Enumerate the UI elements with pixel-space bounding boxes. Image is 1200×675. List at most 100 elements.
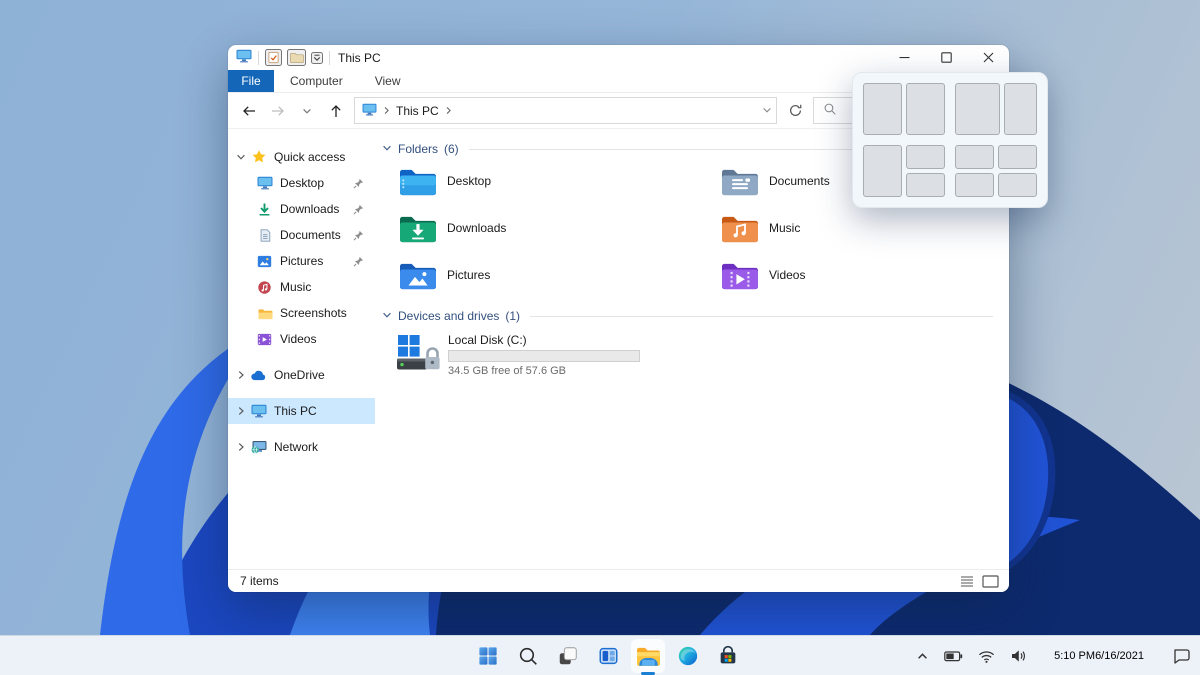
folder-music-icon bbox=[721, 213, 759, 244]
folder-label: Desktop bbox=[447, 174, 491, 188]
breadcrumb[interactable]: This PC bbox=[396, 104, 439, 118]
refresh-icon[interactable] bbox=[784, 100, 806, 122]
sidebar-item-desktop[interactable]: Desktop bbox=[228, 170, 375, 196]
start-button[interactable] bbox=[468, 636, 508, 675]
divider bbox=[258, 51, 259, 65]
navigation-pane: Quick access Desktop Downloads bbox=[228, 131, 375, 569]
section-count: (6) bbox=[444, 142, 459, 156]
close-button[interactable] bbox=[967, 45, 1009, 70]
drive-tile-local-disk[interactable]: Local Disk (C:) 34.5 GB free of 57.6 GB bbox=[377, 332, 1009, 377]
folder-tile-desktop[interactable]: Desktop bbox=[399, 162, 721, 200]
widgets-button[interactable] bbox=[588, 636, 628, 675]
snap-zone[interactable] bbox=[906, 173, 945, 197]
folder-tile-music[interactable]: Music bbox=[721, 209, 1009, 247]
sidebar-item-pictures[interactable]: Pictures bbox=[228, 248, 375, 274]
forward-icon[interactable] bbox=[267, 100, 289, 122]
system-tray: 5:10 PM 6/16/2021 bbox=[916, 636, 1190, 675]
recent-locations-chevron-icon[interactable] bbox=[296, 100, 318, 122]
chevron-down-icon[interactable] bbox=[382, 309, 392, 323]
local-disk-bitlocker-icon bbox=[396, 332, 440, 377]
back-icon[interactable] bbox=[238, 100, 260, 122]
snap-layout-two-columns-equal[interactable] bbox=[863, 83, 945, 135]
hidden-icons-chevron-icon[interactable] bbox=[916, 650, 929, 663]
battery-icon[interactable] bbox=[944, 651, 963, 662]
onedrive-icon bbox=[250, 367, 267, 384]
tray-time: 5:10 PM bbox=[1054, 650, 1095, 663]
address-bar[interactable]: This PC bbox=[354, 97, 777, 124]
search-button[interactable] bbox=[508, 636, 548, 675]
chevron-down-icon[interactable] bbox=[234, 152, 248, 162]
snap-zone[interactable] bbox=[998, 173, 1037, 197]
up-icon[interactable] bbox=[325, 100, 347, 122]
store-button[interactable] bbox=[708, 636, 748, 675]
snap-zone[interactable] bbox=[906, 145, 945, 169]
folder-downloads-icon bbox=[399, 213, 437, 244]
folder-label: Documents bbox=[769, 174, 830, 188]
sidebar-item-this-pc[interactable]: This PC bbox=[228, 398, 375, 424]
breadcrumb-chevron-icon[interactable] bbox=[382, 104, 391, 118]
window-controls bbox=[883, 45, 1009, 70]
tab-view[interactable]: View bbox=[359, 70, 417, 92]
sidebar-item-onedrive[interactable]: OneDrive bbox=[228, 362, 375, 388]
properties-button[interactable] bbox=[265, 49, 282, 66]
tab-computer[interactable]: Computer bbox=[274, 70, 359, 92]
chevron-right-icon[interactable] bbox=[234, 370, 248, 380]
section-header-devices[interactable]: Devices and drives (1) bbox=[377, 306, 1009, 326]
downloads-icon bbox=[256, 201, 273, 218]
network-icon bbox=[250, 439, 267, 456]
edge-button[interactable] bbox=[668, 636, 708, 675]
folder-tile-pictures[interactable]: Pictures bbox=[399, 256, 721, 294]
sidebar-item-label: OneDrive bbox=[274, 368, 325, 382]
tab-file[interactable]: File bbox=[228, 70, 274, 92]
taskbar-clock[interactable]: 5:10 PM 6/16/2021 bbox=[1054, 650, 1144, 663]
folder-label: Downloads bbox=[447, 221, 506, 235]
star-icon bbox=[250, 149, 267, 166]
disk-usage-bar bbox=[448, 350, 640, 362]
sidebar-item-quick-access[interactable]: Quick access bbox=[228, 144, 375, 170]
sidebar-item-videos[interactable]: Videos bbox=[228, 326, 375, 352]
pictures-icon bbox=[256, 253, 273, 270]
sidebar-item-label: Music bbox=[280, 280, 311, 294]
snap-layout-left-large-right-stacked[interactable] bbox=[863, 145, 945, 197]
chevron-right-icon[interactable] bbox=[234, 406, 248, 416]
chevron-down-icon[interactable] bbox=[382, 142, 392, 156]
snap-zone[interactable] bbox=[955, 145, 994, 169]
large-icons-view-icon[interactable] bbox=[982, 575, 999, 588]
snap-zone[interactable] bbox=[863, 145, 902, 197]
maximize-button[interactable] bbox=[925, 45, 967, 70]
new-folder-button[interactable] bbox=[287, 49, 306, 66]
snap-zone[interactable] bbox=[906, 83, 945, 135]
status-bar: 7 items bbox=[228, 569, 1009, 592]
sidebar-item-music[interactable]: Music bbox=[228, 274, 375, 300]
details-view-icon[interactable] bbox=[960, 575, 974, 587]
minimize-button[interactable] bbox=[883, 45, 925, 70]
snap-layout-four-quadrants[interactable] bbox=[955, 145, 1037, 197]
sidebar-item-screenshots[interactable]: Screenshots bbox=[228, 300, 375, 326]
snap-layout-two-columns-wide-left[interactable] bbox=[955, 83, 1037, 135]
snap-zone[interactable] bbox=[955, 173, 994, 197]
pin-icon bbox=[353, 178, 364, 189]
taskbar-center-icons bbox=[468, 636, 748, 675]
wifi-icon[interactable] bbox=[978, 650, 995, 663]
snap-zone[interactable] bbox=[1004, 83, 1037, 135]
window-title: This PC bbox=[338, 51, 381, 65]
snap-zone[interactable] bbox=[863, 83, 902, 135]
folder-tile-downloads[interactable]: Downloads bbox=[399, 209, 721, 247]
chevron-right-icon[interactable] bbox=[234, 442, 248, 452]
address-dropdown-chevron-icon[interactable] bbox=[762, 104, 772, 118]
sidebar-item-label: Network bbox=[274, 440, 318, 454]
sidebar-item-downloads[interactable]: Downloads bbox=[228, 196, 375, 222]
this-pc-icon bbox=[236, 49, 252, 66]
notification-bubble-icon[interactable] bbox=[1172, 648, 1190, 664]
sidebar-item-network[interactable]: Network bbox=[228, 434, 375, 460]
file-explorer-button[interactable] bbox=[628, 636, 668, 675]
task-view-button[interactable] bbox=[548, 636, 588, 675]
volume-icon[interactable] bbox=[1010, 649, 1026, 663]
folder-tile-videos[interactable]: Videos bbox=[721, 256, 1009, 294]
snap-zone[interactable] bbox=[998, 145, 1037, 169]
sidebar-item-documents[interactable]: Documents bbox=[228, 222, 375, 248]
snap-zone[interactable] bbox=[955, 83, 1000, 135]
breadcrumb-chevron-icon[interactable] bbox=[444, 104, 453, 118]
drive-free-space: 34.5 GB free of 57.6 GB bbox=[448, 365, 640, 377]
customize-qat-caret-icon[interactable] bbox=[311, 52, 323, 64]
